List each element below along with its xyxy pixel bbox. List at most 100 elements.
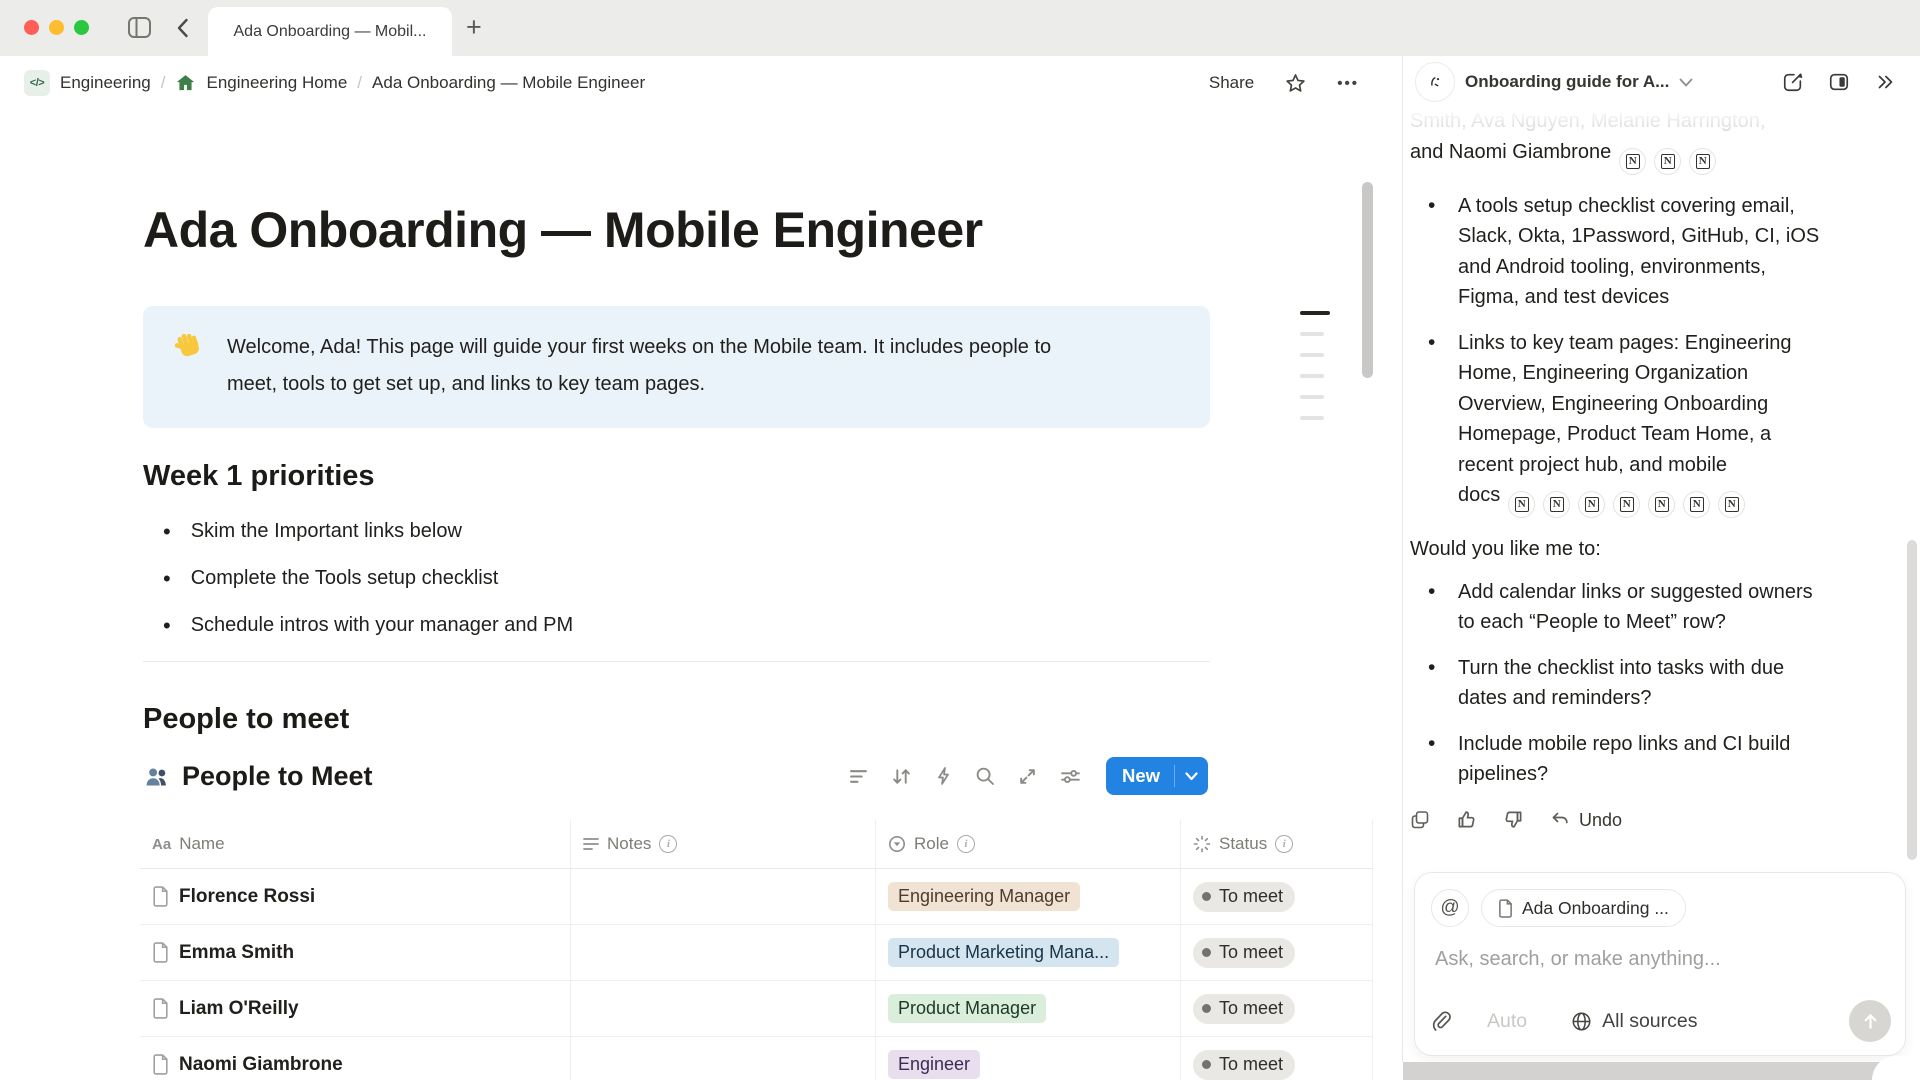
- notion-page-badge-icon[interactable]: N: [1619, 148, 1646, 175]
- copy-icon[interactable]: [1410, 810, 1430, 830]
- notion-page-badge-icon[interactable]: N: [1718, 491, 1745, 518]
- notion-page-badge-icon[interactable]: N: [1689, 148, 1716, 175]
- new-dropdown-chevron-icon[interactable]: [1175, 772, 1208, 781]
- role-tag[interactable]: Engineering Manager: [888, 882, 1080, 911]
- search-icon[interactable]: [975, 766, 995, 786]
- breadcrumb-current[interactable]: Ada Onboarding — Mobile Engineer: [372, 73, 645, 93]
- notion-page-badge-icon[interactable]: N: [1543, 491, 1570, 518]
- globe-icon[interactable]: [1571, 1011, 1592, 1032]
- row-name[interactable]: Naomi Giambrone: [179, 1054, 343, 1076]
- notion-page-badge-icon[interactable]: N: [1648, 491, 1675, 518]
- table-of-contents[interactable]: [1300, 311, 1330, 420]
- breadcrumb-parent[interactable]: Engineering Home: [206, 73, 347, 93]
- minimize-window-button[interactable]: [49, 20, 64, 35]
- status-tag[interactable]: To meet: [1193, 1050, 1295, 1080]
- filter-icon[interactable]: [849, 769, 868, 784]
- notion-page-badge-icon[interactable]: N: [1508, 491, 1535, 518]
- column-header-notes[interactable]: Notes i: [571, 820, 876, 868]
- thumbs-down-icon[interactable]: [1503, 809, 1524, 830]
- database-title[interactable]: People to Meet: [143, 761, 373, 792]
- status-cell[interactable]: To meet: [1181, 925, 1373, 980]
- active-tab[interactable]: Ada Onboarding — Mobil...: [208, 7, 452, 57]
- toc-dash[interactable]: [1300, 353, 1324, 357]
- table-row[interactable]: Naomi Giambrone Engineer To meet: [140, 1037, 1373, 1080]
- new-button[interactable]: New: [1106, 757, 1208, 795]
- ai-message-line: and Naomi GiambroneNNN: [1410, 137, 1908, 175]
- context-page-chip[interactable]: Ada Onboarding ...: [1481, 889, 1686, 927]
- collapse-panel-icon[interactable]: [1874, 71, 1896, 93]
- role-cell[interactable]: Product Marketing Mana...: [876, 925, 1181, 980]
- row-name[interactable]: Florence Rossi: [179, 886, 315, 908]
- toggle-sidebar-icon[interactable]: [128, 17, 151, 38]
- info-icon[interactable]: i: [659, 835, 677, 853]
- new-tab-button[interactable]: +: [466, 12, 482, 42]
- send-button[interactable]: [1849, 1000, 1891, 1042]
- toc-dash[interactable]: [1300, 311, 1330, 315]
- column-header-role[interactable]: Role i: [876, 820, 1181, 868]
- notes-cell[interactable]: [571, 925, 876, 980]
- ai-chat-title[interactable]: Onboarding guide for A...: [1465, 72, 1669, 92]
- role-cell[interactable]: Engineer: [876, 1037, 1181, 1080]
- favorite-star-icon[interactable]: [1284, 72, 1307, 95]
- panel-layout-icon[interactable]: [1828, 71, 1850, 93]
- row-name[interactable]: Emma Smith: [179, 942, 294, 964]
- notes-cell[interactable]: [571, 869, 876, 924]
- ai-prompt-input[interactable]: [1433, 947, 1877, 972]
- role-cell[interactable]: Engineering Manager: [876, 869, 1181, 924]
- ai-input-card[interactable]: @ Ada Onboarding ... Auto All sources: [1414, 872, 1906, 1056]
- share-button[interactable]: Share: [1209, 73, 1254, 93]
- column-header-status[interactable]: Status i: [1181, 820, 1373, 868]
- table-row[interactable]: Florence Rossi Engineering Manager To me…: [140, 869, 1373, 925]
- role-tag[interactable]: Engineer: [888, 1050, 980, 1079]
- notion-page-badge-icon[interactable]: N: [1654, 148, 1681, 175]
- toc-dash[interactable]: [1300, 395, 1324, 399]
- name-cell[interactable]: Naomi Giambrone: [140, 1037, 571, 1080]
- auto-mode-label[interactable]: Auto: [1487, 1010, 1527, 1033]
- notion-page-badge-icon[interactable]: N: [1578, 491, 1605, 518]
- table-row[interactable]: Liam O'Reilly Product Manager To meet: [140, 981, 1373, 1037]
- ai-panel-scrollbar[interactable]: [1907, 540, 1917, 860]
- name-cell[interactable]: Florence Rossi: [140, 869, 571, 924]
- toc-dash[interactable]: [1300, 332, 1324, 336]
- new-chat-icon[interactable]: [1782, 71, 1804, 93]
- breadcrumb-workspace[interactable]: Engineering: [60, 73, 151, 93]
- undo-button[interactable]: Undo: [1550, 805, 1622, 836]
- main-scrollbar[interactable]: [1362, 182, 1373, 378]
- column-header-name[interactable]: Aa Name: [140, 820, 571, 868]
- role-cell[interactable]: Product Manager: [876, 981, 1181, 1036]
- close-window-button[interactable]: [24, 20, 39, 35]
- chevron-down-icon[interactable]: [1679, 78, 1693, 87]
- thumbs-up-icon[interactable]: [1456, 809, 1477, 830]
- expand-icon[interactable]: [1018, 767, 1037, 786]
- sort-icon[interactable]: [891, 767, 912, 786]
- mention-icon[interactable]: @: [1431, 889, 1469, 927]
- status-cell[interactable]: To meet: [1181, 981, 1373, 1036]
- status-tag[interactable]: To meet: [1193, 938, 1295, 968]
- notes-cell[interactable]: [571, 981, 876, 1036]
- info-icon[interactable]: i: [1275, 835, 1293, 853]
- notion-page-badge-icon[interactable]: N: [1613, 491, 1640, 518]
- zoom-window-button[interactable]: [74, 20, 89, 35]
- status-cell[interactable]: To meet: [1181, 869, 1373, 924]
- all-sources-label[interactable]: All sources: [1602, 1010, 1697, 1033]
- attach-icon[interactable]: [1431, 1010, 1451, 1032]
- toc-dash[interactable]: [1300, 374, 1324, 378]
- view-settings-icon[interactable]: [1060, 768, 1081, 785]
- status-tag[interactable]: To meet: [1193, 882, 1295, 912]
- notes-cell[interactable]: [571, 1037, 876, 1080]
- toc-dash[interactable]: [1300, 416, 1324, 420]
- more-options-icon[interactable]: •••: [1337, 75, 1359, 92]
- row-name[interactable]: Liam O'Reilly: [179, 998, 299, 1020]
- workspace-code-icon[interactable]: </>: [24, 70, 50, 96]
- notion-page-badge-icon[interactable]: N: [1683, 491, 1710, 518]
- automation-bolt-icon[interactable]: [935, 766, 952, 786]
- role-tag[interactable]: Product Manager: [888, 994, 1046, 1023]
- status-tag[interactable]: To meet: [1193, 994, 1295, 1024]
- info-icon[interactable]: i: [957, 835, 975, 853]
- back-icon[interactable]: [176, 18, 189, 38]
- role-tag[interactable]: Product Marketing Mana...: [888, 938, 1119, 967]
- status-cell[interactable]: To meet: [1181, 1037, 1373, 1080]
- table-row[interactable]: Emma Smith Product Marketing Mana... To …: [140, 925, 1373, 981]
- name-cell[interactable]: Liam O'Reilly: [140, 981, 571, 1036]
- name-cell[interactable]: Emma Smith: [140, 925, 571, 980]
